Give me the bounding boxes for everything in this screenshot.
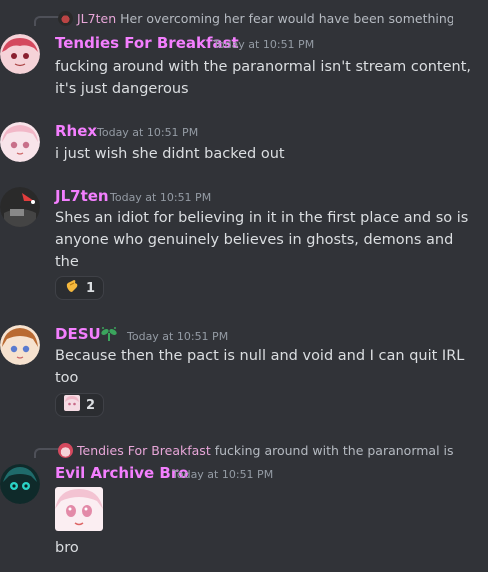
message-content: i just wish she didnt backed out	[55, 143, 475, 165]
message-line: bro	[55, 540, 79, 556]
anime-face-icon	[64, 395, 80, 415]
author-name[interactable]: DESU	[55, 325, 101, 343]
clapping-hand-icon	[64, 278, 80, 298]
message-line: too	[55, 370, 79, 386]
message-line: Because then the pact is null and void a…	[55, 348, 465, 364]
message-content: fucking around with the paranormal isn't…	[55, 56, 475, 100]
plant-badge-icon	[99, 325, 119, 347]
avatar[interactable]	[0, 122, 40, 162]
timestamp: Today at 10:51 PM	[110, 191, 212, 204]
reply-avatar	[58, 443, 73, 458]
message-line: anyone who genuinely believes in ghosts,…	[55, 232, 454, 270]
reply-avatar	[58, 11, 73, 26]
reply-spine	[34, 16, 60, 26]
reply-preview[interactable]: JL7ten Her overcoming her fear would have…	[58, 11, 453, 26]
reaction-count: 2	[86, 397, 96, 413]
reply-preview[interactable]: Tendies For Breakfast fucking around with…	[58, 443, 453, 458]
message-line: fucking around with the paranormal isn't…	[55, 59, 472, 75]
author-name[interactable]: Tendies For Breakfast	[55, 34, 239, 52]
timestamp: Today at 10:51 PM	[127, 330, 229, 343]
author-name[interactable]: Evil Archive Bro	[55, 464, 189, 482]
message-line: it's just dangerous	[55, 81, 189, 97]
message-line: i just wish she didnt backed out	[55, 146, 285, 162]
reaction-button[interactable]: 1	[55, 276, 105, 300]
timestamp: Today at 10:51 PM	[213, 38, 315, 51]
message-content: Because then the pact is null and void a…	[55, 345, 475, 389]
reply-author[interactable]: Tendies For Breakfast	[77, 443, 211, 458]
message-content: Shes an idiot for believing in it in the…	[55, 207, 475, 295]
reply-spine	[34, 448, 60, 458]
message-content: bro	[55, 537, 475, 559]
reaction-count: 1	[86, 280, 96, 296]
avatar[interactable]	[0, 325, 40, 365]
reply-author[interactable]: JL7ten	[77, 11, 116, 26]
message-line: occult	[55, 273, 475, 295]
reaction-button[interactable]: 2	[55, 393, 105, 417]
reply-text: Her overcoming her fear would have been …	[120, 11, 453, 26]
timestamp: Today at 10:51 PM	[172, 468, 274, 481]
author-name[interactable]: JL7ten	[55, 187, 109, 205]
timestamp: Today at 10:51 PM	[97, 126, 199, 139]
author-name[interactable]: Rhex	[55, 122, 97, 140]
avatar[interactable]	[0, 187, 40, 227]
message-line: Shes an idiot for believing in it in the…	[55, 210, 469, 226]
avatar[interactable]	[0, 34, 40, 74]
avatar[interactable]	[0, 464, 40, 504]
reply-text: fucking around with the paranormal isn't	[214, 443, 453, 458]
sticker-attachment[interactable]	[55, 487, 103, 531]
